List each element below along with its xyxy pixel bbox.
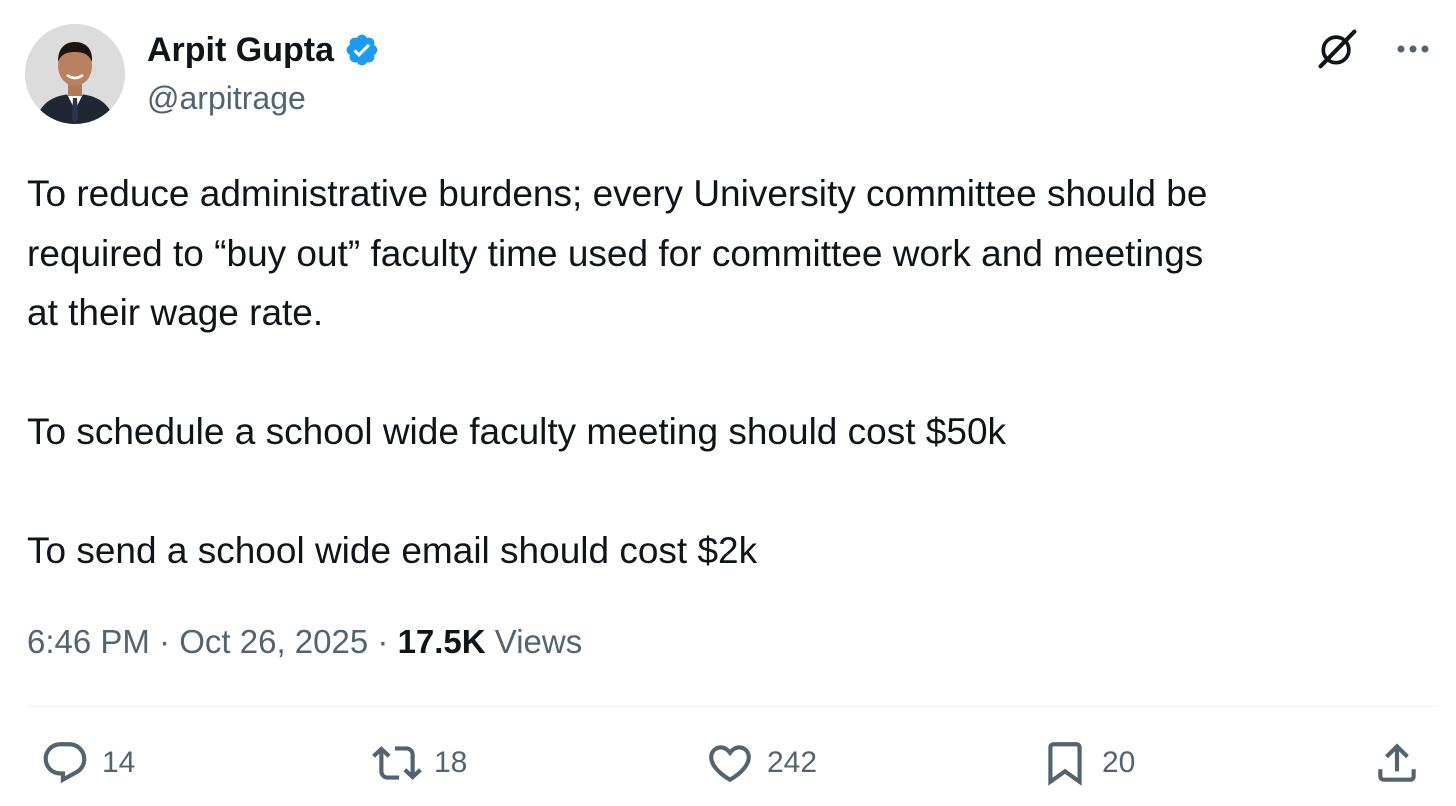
share-button[interactable]	[1372, 738, 1422, 788]
tweet-paragraph: To schedule a school wide faculty meetin…	[27, 411, 1007, 452]
meta-separator: ·	[377, 623, 389, 660]
tweet-meta: 6:46 PM · Oct 26, 2025 · 17.5K Views	[27, 618, 582, 666]
grok-icon[interactable]	[1316, 28, 1358, 70]
tweet-top-actions	[1316, 28, 1434, 70]
bookmark-count: 20	[1102, 746, 1136, 779]
bookmark-icon	[1048, 742, 1082, 786]
repost-count: 18	[434, 746, 468, 779]
more-icon[interactable]	[1392, 28, 1434, 70]
divider	[27, 706, 1438, 707]
reply-icon	[43, 742, 87, 784]
meta-separator: ·	[159, 623, 171, 660]
heart-icon	[709, 745, 751, 783]
avatar[interactable]	[25, 24, 125, 124]
tweet-text: To reduce administrative burdens; every …	[27, 164, 1437, 581]
profile-photo-icon	[25, 24, 125, 124]
like-count: 242	[767, 746, 818, 779]
like-button[interactable]: 242	[705, 738, 817, 788]
views-label[interactable]: Views	[495, 623, 582, 660]
tweet-paragraph: To reduce administrative burdens; every …	[27, 173, 1208, 333]
author-block: Arpit Gupta @arpitrage	[147, 28, 380, 118]
views-count[interactable]: 17.5K	[398, 623, 486, 660]
repost-button[interactable]: 18	[372, 738, 467, 788]
share-icon	[1378, 743, 1416, 782]
author-handle[interactable]: @arpitrage	[147, 78, 380, 118]
reply-count: 14	[102, 746, 136, 779]
author-name[interactable]: Arpit Gupta	[147, 28, 334, 72]
bookmark-button[interactable]: 20	[1040, 738, 1135, 788]
tweet-paragraph: To send a school wide email should cost …	[27, 530, 758, 571]
tweet-date[interactable]: Oct 26, 2025	[179, 623, 368, 660]
action-bar: 14 18 242 20	[0, 738, 1456, 798]
repost-icon	[372, 746, 422, 780]
verified-badge-icon[interactable]	[344, 32, 380, 68]
tweet-time[interactable]: 6:46 PM	[27, 623, 150, 660]
reply-button[interactable]: 14	[40, 738, 135, 788]
